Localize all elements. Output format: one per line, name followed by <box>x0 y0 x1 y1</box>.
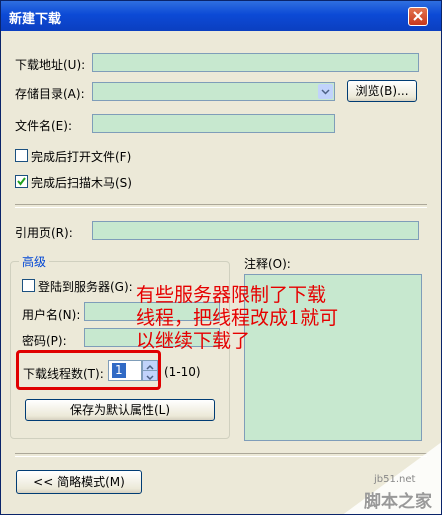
open-after-checkbox[interactable] <box>15 149 28 162</box>
close-button[interactable] <box>408 7 428 26</box>
dir-combo[interactable] <box>92 82 335 101</box>
separator <box>15 204 427 208</box>
username-label: 用户名(N): <box>22 308 81 322</box>
password-label: 密码(P): <box>22 334 67 348</box>
advanced-group-title: 高级 <box>19 253 50 270</box>
check-icon <box>17 177 26 186</box>
annotation-highlight-box <box>16 350 161 390</box>
watermark-name: 脚本之家 <box>364 492 432 512</box>
url-input[interactable] <box>92 53 419 72</box>
save-default-button[interactable]: 保存为默认属性(L) <box>25 399 215 421</box>
watermark-site: jb51.net <box>374 474 416 485</box>
browse-button[interactable]: 浏览(B)... <box>347 80 417 102</box>
annotation-line-3: 以继续下载了 <box>136 330 251 352</box>
scan-after-checkbox[interactable] <box>15 175 28 188</box>
threads-range: (1-10) <box>164 365 201 379</box>
filename-label: 文件名(E): <box>15 119 72 133</box>
referrer-label: 引用页(R): <box>15 226 73 240</box>
annotation-text: 有些服务器限制了下载 线程，把线程改成1就可 以继续下载了 <box>136 284 338 353</box>
window-title: 新建下载 <box>9 12 62 27</box>
filename-input[interactable] <box>92 114 335 133</box>
scan-after-label: 完成后扫描木马(S) <box>31 176 132 190</box>
close-icon <box>413 11 423 21</box>
annotation-line-2: 线程，把线程改成1就可 <box>136 307 339 329</box>
notes-label: 注释(O): <box>244 257 291 271</box>
open-after-label: 完成后打开文件(F) <box>31 150 132 164</box>
chevron-down-icon <box>321 89 330 95</box>
new-download-dialog: 新建下载 下载地址(U): 存储目录(A): 浏览(B)... 文件名(E): … <box>0 0 442 515</box>
simple-mode-button[interactable]: << 简略模式(M) <box>16 470 142 494</box>
url-label: 下载地址(U): <box>15 58 86 72</box>
annotation-line-1: 有些服务器限制了下载 <box>136 284 327 306</box>
login-label: 登陆到服务器(G): <box>38 280 133 294</box>
dropdown-button[interactable] <box>318 84 333 99</box>
dir-label: 存储目录(A): <box>15 87 85 101</box>
title-bar: 新建下载 <box>1 1 441 31</box>
login-checkbox[interactable] <box>22 279 35 292</box>
referrer-input[interactable] <box>92 221 419 240</box>
